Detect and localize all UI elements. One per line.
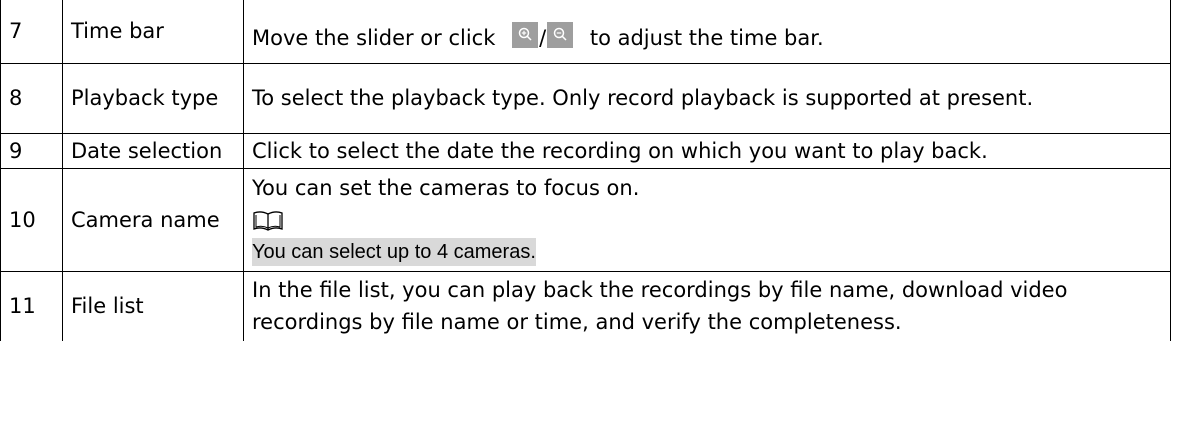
description-text: Move the slider or click (252, 26, 496, 51)
row-number: 9 (0, 132, 63, 169)
row-name: Playback type (62, 62, 244, 134)
row-name: Date selection (62, 132, 244, 169)
zoom-out-icon (547, 22, 574, 49)
row-number: 11 (0, 270, 63, 341)
row-description: To select the playback type. Only record… (243, 62, 1171, 134)
row-name: Time bar (62, 0, 244, 64)
table-row-file-list: 11 File list In the file list, you can p… (0, 270, 1171, 341)
table-row-camera-name: 10 Camera name You can set the cameras t… (0, 167, 1171, 272)
book-note-icon (253, 211, 283, 231)
row-description: You can set the cameras to focus on. You… (243, 167, 1171, 272)
table-row-playback-type: 8 Playback type To select the playback t… (0, 62, 1171, 134)
row-description: Click to select the date the recording o… (243, 132, 1171, 169)
row-description: In the file list, you can play back the … (243, 270, 1171, 341)
parameter-table: 7 Time bar Move the slider or click / to… (0, 0, 1171, 341)
row-description: Move the slider or click / to adjust the… (243, 0, 1171, 64)
description-text: to adjust the time bar. (589, 26, 824, 51)
note-text: You can select up to 4 cameras. (252, 238, 536, 266)
icon-separator: / (539, 26, 547, 51)
description-text: You can set the cameras to focus on. (252, 176, 640, 200)
row-number: 8 (0, 62, 63, 134)
row-name: File list (62, 270, 244, 341)
zoom-in-icon (512, 22, 539, 49)
row-number: 7 (0, 0, 63, 64)
table-row-time-bar: 7 Time bar Move the slider or click / to… (0, 0, 1171, 64)
row-number: 10 (0, 167, 63, 272)
table-row-date-selection: 9 Date selection Click to select the dat… (0, 132, 1171, 169)
row-name: Camera name (62, 167, 244, 272)
